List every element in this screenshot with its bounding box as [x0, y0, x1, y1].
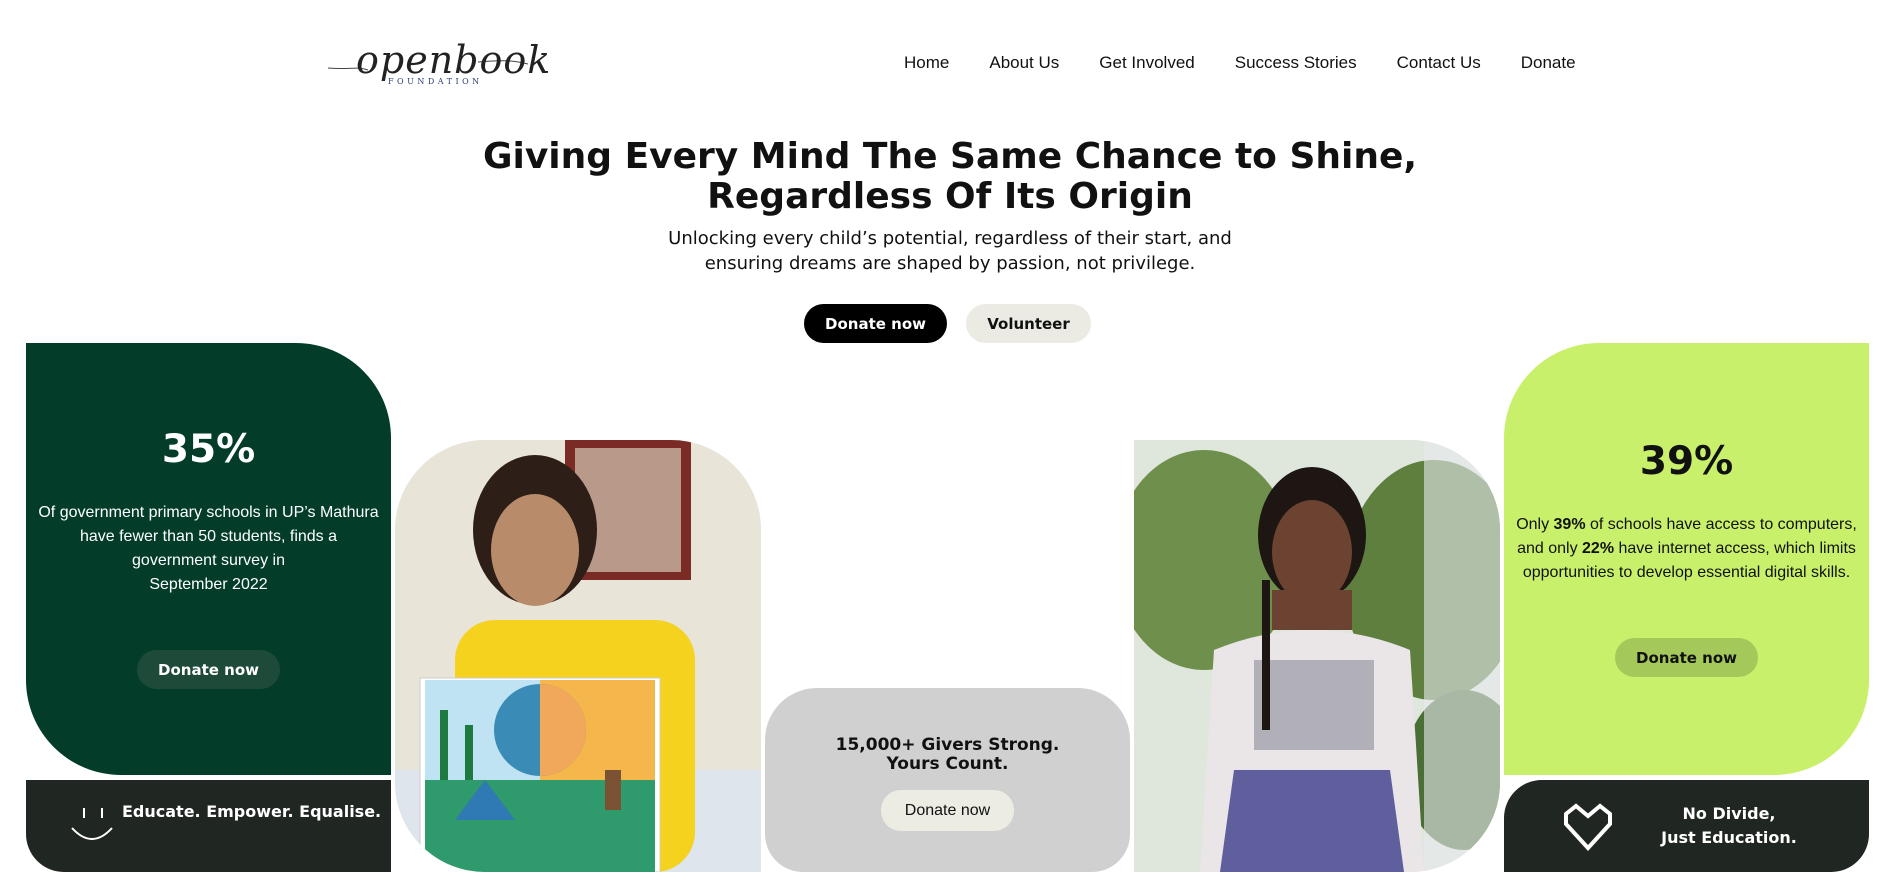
hero-subtitle-line2: ensuring dreams are shaped by passion, n… — [704, 253, 1196, 274]
stat-right-text: Only 39% of schools have access to compu… — [1508, 513, 1865, 585]
stat-left-text-line2: have fewer than 50 students, finds a — [79, 528, 338, 545]
givers-text-line1: 15,000+ Givers Strong. — [835, 735, 1060, 755]
tagline-bar-right: No Divide, Just Education. — [1504, 780, 1869, 872]
nav-donate[interactable]: Donate — [1521, 53, 1576, 73]
girl-standing-photo — [1134, 440, 1500, 872]
hero-subtitle: Unlocking every child’s potential, regar… — [0, 226, 1900, 276]
stat-left-text-line3: government survey in — [132, 552, 285, 569]
stat-right-donate-button[interactable]: Donate now — [1615, 638, 1758, 677]
givers-card: 15,000+ Givers Strong. Yours Count. Dona… — [765, 688, 1130, 872]
givers-donate-button[interactable]: Donate now — [881, 790, 1014, 831]
girl-with-earth-drawing-photo — [395, 440, 761, 872]
heart-icon — [1564, 803, 1612, 851]
hero-title-line1: Giving Every Mind The Same Chance to Shi… — [482, 136, 1418, 177]
stat-right-line2-post: have internet access, which limits — [1614, 540, 1856, 557]
stat-left-text-line4: September 2022 — [149, 576, 268, 593]
stat-right-line1-pre: Only — [1516, 516, 1554, 533]
tagline-right-text: No Divide, Just Education. — [1629, 802, 1829, 850]
girl-with-earth-drawing-illustration — [395, 440, 761, 872]
main-nav: Home About Us Get Involved Success Stori… — [904, 53, 1576, 73]
givers-text-line2: Yours Count. — [886, 754, 1009, 774]
openbook-logo[interactable]: openbook FOUNDATION — [328, 34, 550, 90]
smile-icon — [71, 808, 113, 840]
nav-get-involved[interactable]: Get Involved — [1099, 53, 1194, 73]
givers-text: 15,000+ Givers Strong. Yours Count. — [765, 736, 1130, 774]
nav-about-us[interactable]: About Us — [989, 53, 1059, 73]
stat-right-value: 39% — [1639, 439, 1734, 484]
hero-donate-button[interactable]: Donate now — [804, 304, 947, 343]
tagline-left-text: Educate. Empower. Equalise. — [122, 802, 382, 821]
stat-right-text-line1: Only 39% of schools have access to compu… — [1508, 513, 1865, 537]
tagline-right-line1: No Divide, — [1682, 804, 1776, 823]
tagline-bar-left: Educate. Empower. Equalise. — [26, 780, 391, 872]
hero-title-line2: Regardless Of Its Origin — [707, 176, 1193, 217]
nav-home[interactable]: Home — [904, 53, 949, 73]
stat-right-line1-post: of schools have access to computers, — [1585, 516, 1857, 533]
nav-success-stories[interactable]: Success Stories — [1235, 53, 1357, 73]
hero-volunteer-button[interactable]: Volunteer — [966, 304, 1091, 343]
stat-right-line1-bold: 39% — [1553, 516, 1586, 533]
stat-right-text-line3: opportunities to develop essential digit… — [1522, 564, 1851, 581]
stat-left-value: 35% — [161, 427, 256, 472]
stat-right-line2-pre: and only — [1517, 540, 1583, 557]
stat-left-text-line1: Of government primary schools in UP’s Ma… — [38, 504, 379, 521]
stat-right-line2-bold: 22% — [1582, 540, 1615, 557]
stat-left-text: Of government primary schools in UP’s Ma… — [34, 501, 383, 597]
stat-card-right: 39% Only 39% of schools have access to c… — [1504, 343, 1869, 775]
stat-card-left: 35% Of government primary schools in UP’… — [26, 343, 391, 775]
girl-standing-illustration — [1134, 440, 1500, 872]
nav-contact-us[interactable]: Contact Us — [1397, 53, 1481, 73]
stat-left-donate-button[interactable]: Donate now — [137, 650, 280, 689]
stat-right-text-line2: and only 22% have internet access, which… — [1508, 537, 1865, 561]
hero-title: Giving Every Mind The Same Chance to Shi… — [0, 137, 1900, 217]
tagline-right-line2: Just Education. — [1661, 828, 1797, 847]
hero-subtitle-line1: Unlocking every child’s potential, regar… — [668, 228, 1232, 249]
logo-subtitle: FOUNDATION — [388, 77, 483, 86]
